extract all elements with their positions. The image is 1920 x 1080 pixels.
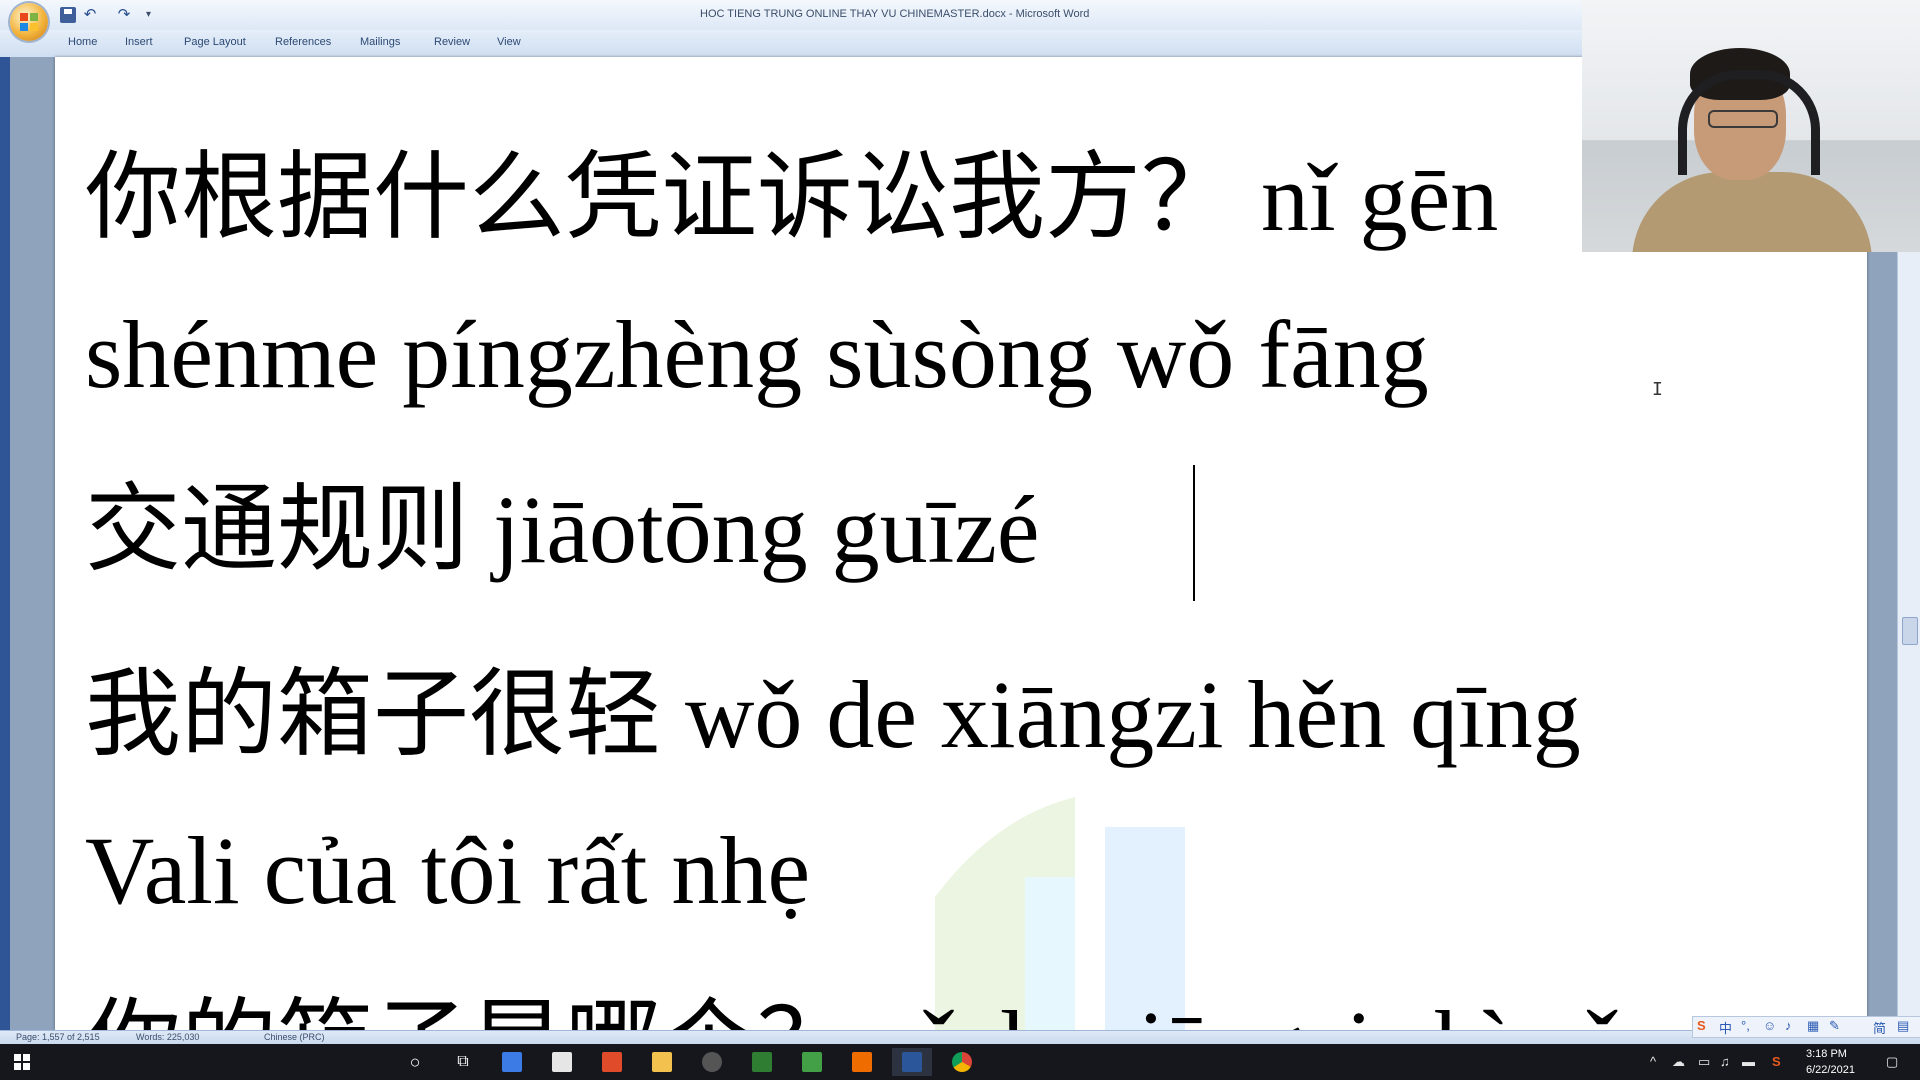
sogou-tray-icon[interactable]: S: [1772, 1054, 1781, 1069]
status-word-count[interactable]: Words: 225,030: [136, 1032, 199, 1042]
start-button[interactable]: [2, 1048, 42, 1076]
obs-app-icon[interactable]: [692, 1048, 732, 1076]
redo-icon[interactable]: ↷: [116, 7, 132, 23]
ime-skin-icon[interactable]: ✎: [1829, 1018, 1840, 1034]
search-icon[interactable]: ○: [395, 1048, 435, 1076]
ime-menu-icon[interactable]: ▤: [1897, 1018, 1909, 1034]
ime-microphone-icon[interactable]: ♪: [1785, 1018, 1792, 1033]
ribbon-tab-bar: Home Insert Page Layout References Maili…: [0, 30, 1582, 58]
excel-app-icon[interactable]: [742, 1048, 782, 1076]
tab-mailings[interactable]: Mailings: [360, 36, 400, 48]
windows-logo-icon: [14, 1054, 30, 1070]
office-button[interactable]: [10, 3, 48, 41]
taskbar: ○ ⧉ ^ ☁ ▭ ♫ ▬ S 3:18 PM 6/22/2021 ▢: [0, 1044, 1920, 1080]
window-title: HOC TIENG TRUNG ONLINE THAY VU CHINEMAST…: [700, 8, 1090, 20]
status-page-count[interactable]: Page: 1,557 of 2,515: [16, 1032, 100, 1042]
scrollbar-thumb[interactable]: [1902, 617, 1918, 645]
file-explorer-icon[interactable]: [642, 1048, 682, 1076]
customize-qat-chevron-icon[interactable]: ▾: [146, 7, 162, 23]
ime-chinese-mode[interactable]: 中: [1719, 1018, 1732, 1037]
clock-date[interactable]: 6/22/2021: [1806, 1064, 1855, 1076]
office-logo-icon: [20, 13, 38, 31]
network-icon[interactable]: ▭: [1698, 1054, 1710, 1070]
headset-icon: [1678, 70, 1820, 175]
tab-page-layout[interactable]: Page Layout: [184, 36, 246, 48]
clock-time[interactable]: 3:18 PM: [1806, 1048, 1847, 1060]
ime-emoji-icon[interactable]: ☺: [1763, 1018, 1776, 1033]
tray-chevron-icon[interactable]: ^: [1650, 1054, 1656, 1069]
battery-icon[interactable]: ▬: [1742, 1054, 1755, 1069]
save-icon[interactable]: [60, 7, 76, 23]
tab-view[interactable]: View: [497, 36, 521, 48]
onedrive-icon[interactable]: ☁: [1672, 1054, 1685, 1070]
undo-icon[interactable]: ↶: [82, 7, 98, 23]
status-language[interactable]: Chinese (PRC): [264, 1032, 325, 1042]
task-view-icon[interactable]: ⧉: [443, 1048, 483, 1076]
left-edge-bar: [0, 57, 10, 1030]
text-caret: [1193, 465, 1195, 601]
ime-punctuation-icon[interactable]: °,: [1741, 1018, 1750, 1033]
ime-keyboard-icon[interactable]: ▦: [1807, 1018, 1819, 1034]
tab-home[interactable]: Home: [68, 36, 97, 48]
document-line: 我的箱子很轻 wǒ de xiāngzi hěn qīng: [85, 661, 1581, 768]
presenter-shirt: [1632, 172, 1872, 252]
webcam-overlay: [1582, 0, 1920, 252]
document-line: Vali của tôi rất nhẹ: [85, 817, 811, 924]
camtasia-green-app-icon[interactable]: [792, 1048, 832, 1076]
word-app-icon[interactable]: [892, 1048, 932, 1076]
watermark-logo: [935, 797, 1185, 1030]
tab-references[interactable]: References: [275, 36, 331, 48]
document-line: 交通规则 jiāotōng guīzé: [85, 476, 1040, 583]
store-app-icon[interactable]: [492, 1048, 532, 1076]
volume-icon[interactable]: ♫: [1720, 1054, 1730, 1069]
tab-review[interactable]: Review: [434, 36, 470, 48]
ibeam-cursor-icon: I: [1652, 379, 1663, 400]
mail-app-icon[interactable]: [542, 1048, 582, 1076]
document-line: 你根据什么凭证诉讼我方？ nǐ gēn: [85, 144, 1499, 251]
notification-center-icon[interactable]: ▢: [1886, 1054, 1898, 1070]
document-line: 你的箱子是哪个？ nǐ de xiāngzi shì nǎ: [85, 997, 1623, 1031]
ime-simplified-toggle[interactable]: 简: [1873, 1018, 1886, 1037]
status-bar: Page: 1,557 of 2,515 Words: 225,030 Chin…: [0, 1030, 1920, 1045]
camtasia-orange-app-icon[interactable]: [842, 1048, 882, 1076]
chrome-app-icon[interactable]: [942, 1048, 982, 1076]
document-line: shénme píngzhèng sùsòng wǒ fāng: [85, 301, 1429, 408]
sogou-logo-icon[interactable]: S: [1697, 1018, 1706, 1033]
title-bar: ↶ ↷ ▾ HOC TIENG TRUNG ONLINE THAY VU CHI…: [0, 0, 1582, 41]
tab-insert[interactable]: Insert: [125, 36, 153, 48]
ime-toolbar: S 中 °, ☺ ♪ ▦ ✎ 简 ▤: [1692, 1016, 1920, 1038]
office-app-icon[interactable]: [592, 1048, 632, 1076]
